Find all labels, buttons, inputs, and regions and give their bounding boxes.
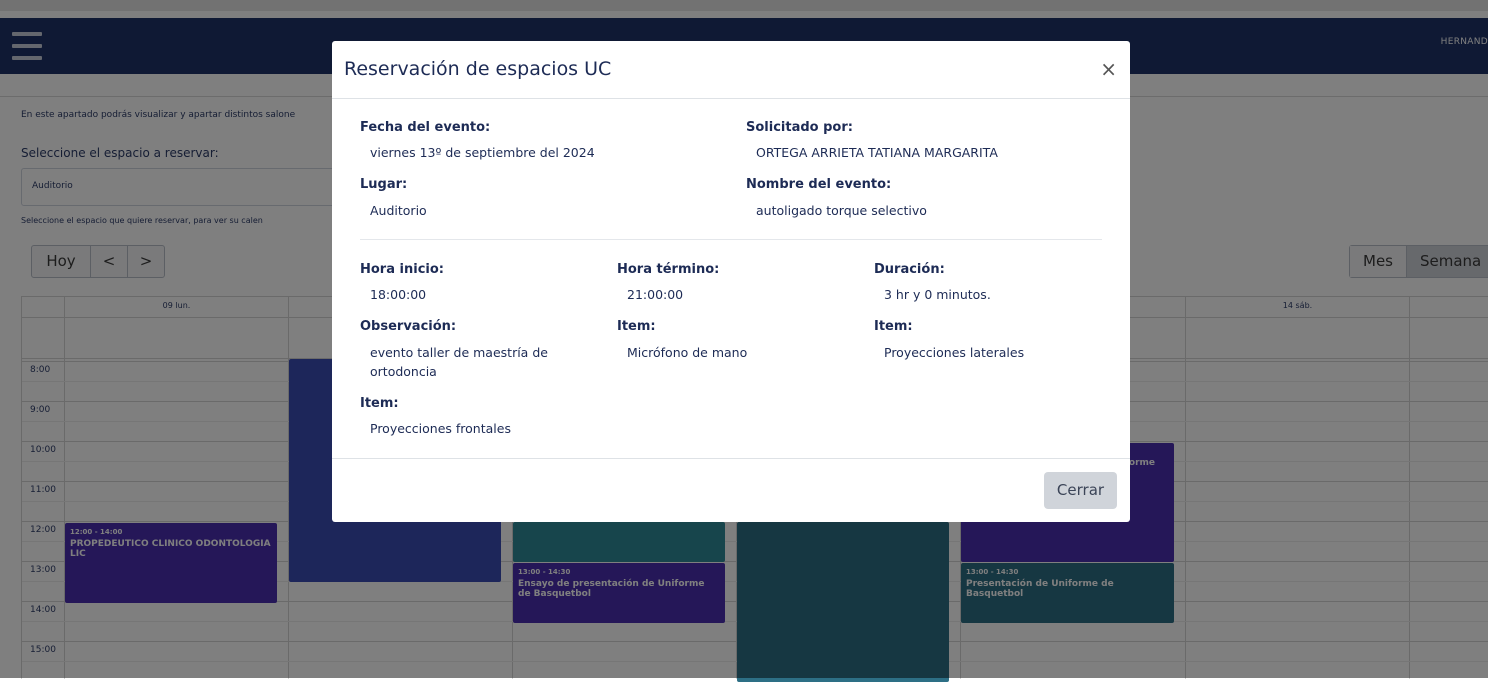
place-value: Auditorio [370, 203, 427, 218]
item-value: Micrófono de mano [627, 345, 748, 360]
requested-by-label: Solicitado por: [746, 120, 853, 135]
event-name-value: autoligado torque selectivo [756, 203, 927, 218]
item-value: Proyecciones laterales [884, 345, 1025, 360]
event-name-label: Nombre del evento: [746, 177, 892, 192]
item-label: Item: [360, 396, 399, 411]
start-time-label: Hora inicio: [360, 262, 444, 277]
event-date-label: Fecha del evento: [360, 120, 491, 135]
duration-value: 3 hr y 0 minutos. [884, 287, 991, 302]
duration-label: Duración: [874, 262, 945, 277]
end-time-value: 21:00:00 [627, 287, 684, 302]
item-label: Item: [617, 319, 656, 334]
event-date-value: viernes 13º de septiembre del 2024 [370, 145, 595, 160]
modal-divider [360, 239, 1102, 240]
requested-by-value: ORTEGA ARRIETA TATIANA MARGARITA [756, 145, 998, 160]
observation-value: evento taller de maestría de ortodoncia [370, 345, 548, 379]
item-label: Item: [874, 319, 913, 334]
reservation-modal: Reservación de espacios UC × Fecha del e… [332, 41, 1130, 522]
close-button[interactable]: Cerrar [1044, 472, 1117, 509]
close-icon[interactable]: × [1100, 59, 1117, 79]
end-time-label: Hora término: [617, 262, 720, 277]
observation-label: Observación: [360, 319, 457, 334]
modal-footer-divider [332, 458, 1130, 459]
place-label: Lugar: [360, 177, 408, 192]
item-value: Proyecciones frontales [370, 421, 511, 436]
modal-header: Reservación de espacios UC × [332, 41, 1130, 99]
modal-title: Reservación de espacios UC [344, 58, 612, 80]
start-time-value: 18:00:00 [370, 287, 427, 302]
